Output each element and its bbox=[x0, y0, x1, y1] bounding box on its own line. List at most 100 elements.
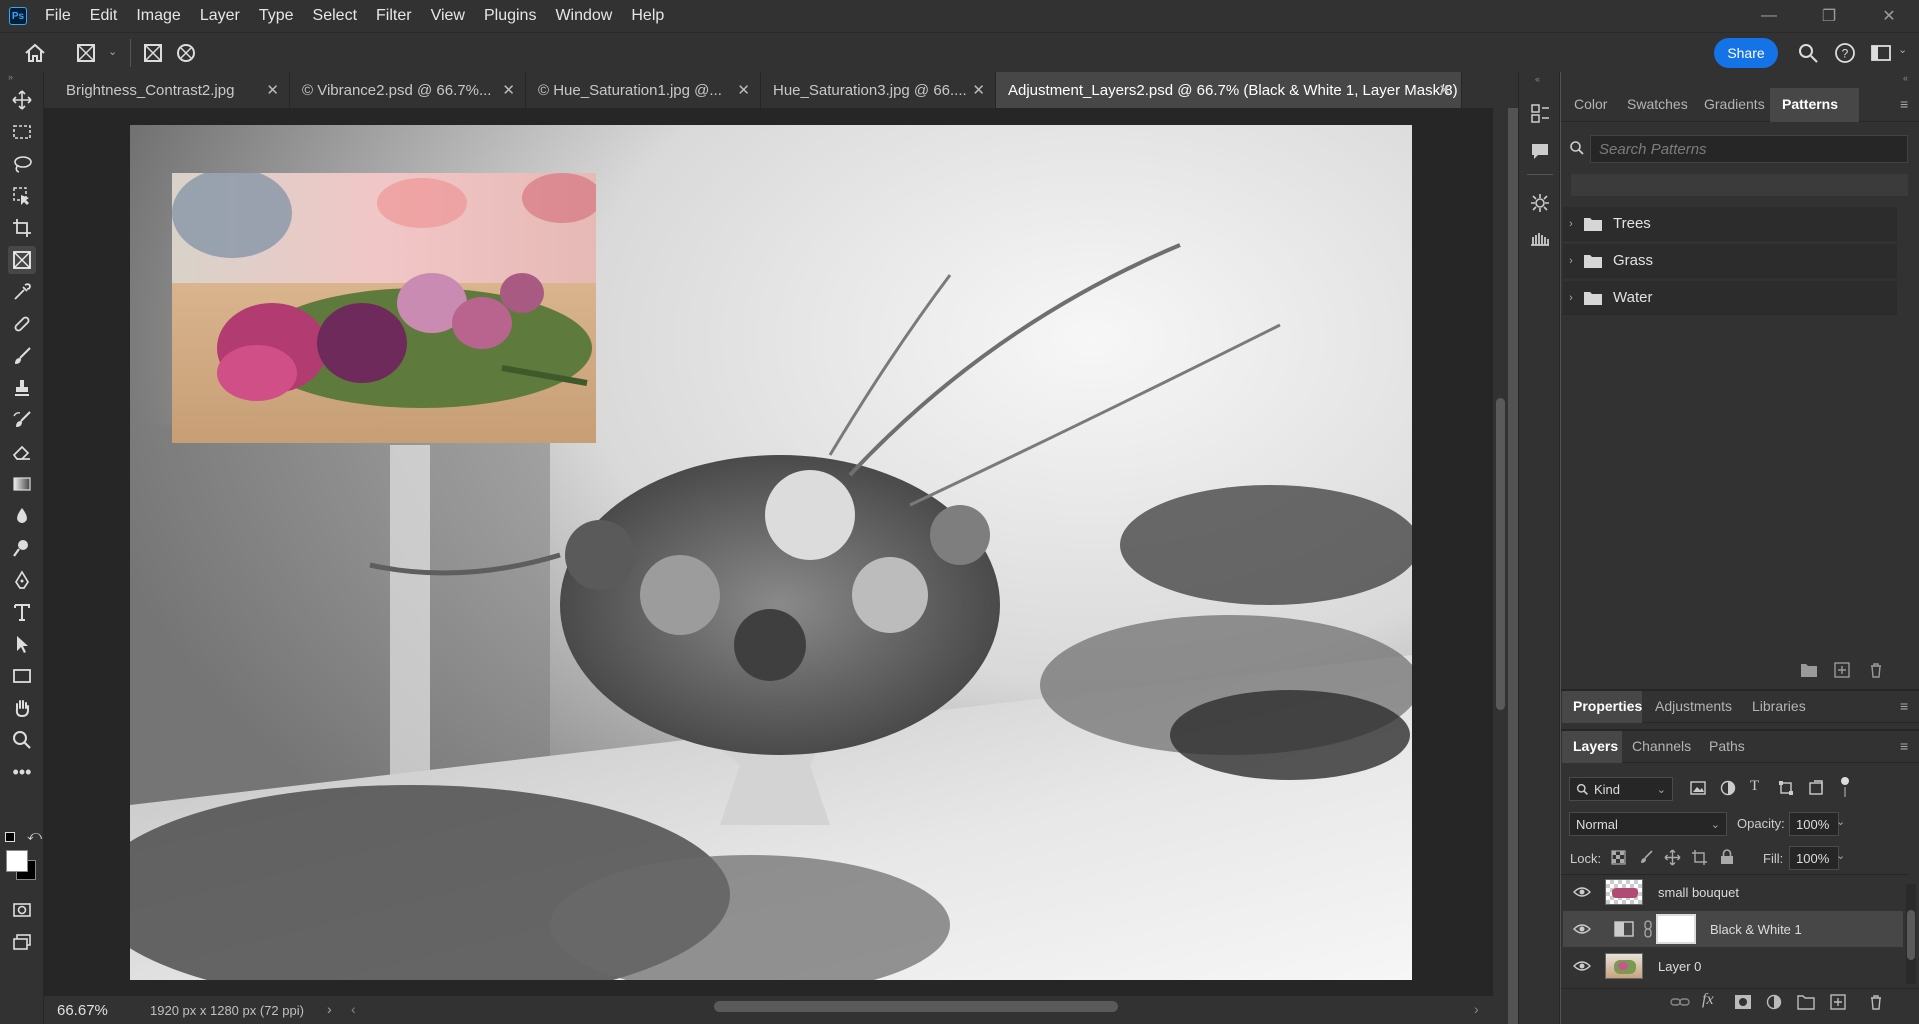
eye-icon[interactable] bbox=[1573, 923, 1591, 935]
close-icon[interactable]: ✕ bbox=[266, 81, 279, 99]
layer-name[interactable]: Layer 0 bbox=[1658, 959, 1701, 974]
delete-icon[interactable] bbox=[1868, 662, 1884, 678]
scroll-right-icon[interactable]: › bbox=[1474, 1001, 1479, 1017]
object-selection-tool-icon[interactable] bbox=[8, 182, 36, 210]
marquee-tool-icon[interactable] bbox=[8, 118, 36, 146]
pen-tool-icon[interactable] bbox=[8, 566, 36, 594]
chevron-down-icon[interactable]: ⌄ bbox=[108, 45, 117, 58]
tab-libraries[interactable]: Libraries bbox=[1752, 698, 1806, 714]
help-icon[interactable]: ? bbox=[1834, 42, 1856, 64]
filter-pixel-icon[interactable] bbox=[1690, 780, 1706, 796]
lock-position-icon[interactable] bbox=[1664, 849, 1681, 866]
menu-layer[interactable]: Layer bbox=[200, 7, 240, 25]
tab-adjustments[interactable]: Adjustments bbox=[1655, 698, 1732, 714]
filter-toggle-icon[interactable] bbox=[1840, 776, 1850, 798]
search-icon[interactable] bbox=[1797, 42, 1819, 64]
menu-filter[interactable]: Filter bbox=[376, 7, 412, 25]
collapse-icon[interactable]: » bbox=[8, 72, 13, 82]
frame-tool-preset-icon[interactable] bbox=[76, 43, 96, 63]
brush-tool-icon[interactable] bbox=[8, 342, 36, 370]
opacity-field[interactable]: 100% bbox=[1789, 812, 1839, 836]
lock-transparent-pixels-icon[interactable] bbox=[1611, 850, 1626, 865]
chevron-right-icon[interactable]: › bbox=[1563, 255, 1579, 267]
elliptical-frame-icon[interactable] bbox=[176, 43, 196, 63]
filter-type-icon[interactable]: T bbox=[1750, 778, 1759, 795]
menu-window[interactable]: Window bbox=[555, 7, 612, 25]
search-input[interactable] bbox=[1591, 136, 1907, 162]
menu-file[interactable]: File bbox=[45, 7, 71, 25]
layers-scroll-thumb[interactable] bbox=[1907, 910, 1915, 960]
close-icon[interactable]: ✕ bbox=[737, 81, 750, 99]
menu-plugins[interactable]: Plugins bbox=[484, 7, 536, 25]
close-icon[interactable]: ✕ bbox=[502, 81, 515, 99]
eyedropper-tool-icon[interactable] bbox=[8, 278, 36, 306]
brush-settings-icon[interactable] bbox=[1529, 192, 1551, 214]
foreground-color-swatch[interactable] bbox=[6, 850, 28, 872]
tab-vibrance2[interactable]: © Vibrance2.psd @ 66.7%... ✕ bbox=[290, 72, 526, 108]
menu-image[interactable]: Image bbox=[136, 7, 180, 25]
new-layer-icon[interactable] bbox=[1830, 994, 1846, 1010]
lock-all-icon[interactable] bbox=[1720, 849, 1734, 865]
new-group-icon[interactable] bbox=[1797, 994, 1815, 1010]
link-layers-icon[interactable] bbox=[1670, 994, 1690, 1010]
lasso-tool-icon[interactable] bbox=[8, 150, 36, 178]
status-menu-arrow[interactable]: › bbox=[327, 1001, 332, 1017]
menu-edit[interactable]: Edit bbox=[90, 7, 118, 25]
tab-patterns[interactable]: Patterns bbox=[1782, 96, 1838, 112]
default-colors-icon[interactable] bbox=[5, 832, 15, 842]
tab-hue-saturation3[interactable]: Hue_Saturation3.jpg @ 66.... ✕ bbox=[761, 72, 996, 108]
rectangle-frame-icon[interactable] bbox=[143, 43, 163, 63]
close-window-icon[interactable]: ✕ bbox=[1866, 0, 1912, 32]
healing-brush-tool-icon[interactable] bbox=[8, 310, 36, 338]
tab-gradients[interactable]: Gradients bbox=[1704, 96, 1765, 112]
chevron-right-icon[interactable]: › bbox=[1563, 218, 1579, 230]
filter-adjustment-icon[interactable] bbox=[1720, 780, 1736, 796]
dodge-tool-icon[interactable] bbox=[8, 534, 36, 562]
more-tools-icon[interactable]: ••• bbox=[8, 758, 36, 786]
eraser-tool-icon[interactable] bbox=[8, 438, 36, 466]
quick-mask-icon[interactable] bbox=[8, 896, 36, 924]
blur-tool-icon[interactable] bbox=[8, 502, 36, 530]
scroll-left-icon[interactable]: ‹ bbox=[351, 1001, 356, 1017]
zoom-level[interactable]: 66.67% bbox=[57, 1002, 108, 1019]
history-brush-tool-icon[interactable] bbox=[8, 406, 36, 434]
brushes-panel-icon[interactable] bbox=[1529, 227, 1551, 249]
layer-row-black-and-white[interactable]: Black & White 1 bbox=[1563, 911, 1903, 947]
tab-hue-saturation1[interactable]: © Hue_Saturation1.jpg @... ✕ bbox=[526, 72, 761, 108]
share-button[interactable]: Share bbox=[1714, 38, 1778, 68]
screen-mode-icon[interactable] bbox=[8, 928, 36, 956]
tab-layers[interactable]: Layers bbox=[1573, 738, 1618, 754]
eye-icon[interactable] bbox=[1573, 886, 1591, 898]
panel-menu-icon[interactable]: ≡ bbox=[1900, 96, 1908, 112]
new-pattern-icon[interactable] bbox=[1834, 662, 1850, 678]
rectangle-tool-icon[interactable] bbox=[8, 662, 36, 690]
chevron-down-icon[interactable]: ⌄ bbox=[1836, 815, 1845, 828]
menu-select[interactable]: Select bbox=[313, 7, 357, 25]
comments-panel-icon[interactable] bbox=[1529, 140, 1551, 162]
new-group-icon[interactable] bbox=[1800, 662, 1818, 678]
hand-tool-icon[interactable] bbox=[8, 694, 36, 722]
tab-properties[interactable]: Properties bbox=[1573, 698, 1642, 714]
menu-type[interactable]: Type bbox=[259, 7, 294, 25]
tab-adjustment-layers2[interactable]: Adjustment_Layers2.psd @ 66.7% (Black & … bbox=[996, 72, 1462, 108]
close-icon[interactable]: ✕ bbox=[972, 81, 985, 99]
vertical-scroll-thumb[interactable] bbox=[1496, 398, 1505, 710]
minimize-icon[interactable]: — bbox=[1746, 0, 1792, 32]
filter-shape-icon[interactable] bbox=[1778, 780, 1794, 796]
pattern-folder-water[interactable]: › Water bbox=[1563, 281, 1897, 315]
gradient-tool-icon[interactable] bbox=[8, 470, 36, 498]
fill-field[interactable]: 100% bbox=[1789, 846, 1839, 870]
path-selection-tool-icon[interactable] bbox=[8, 630, 36, 658]
move-tool-icon[interactable] bbox=[8, 86, 36, 114]
panel-menu-icon[interactable]: ≡ bbox=[1900, 738, 1908, 754]
zoom-tool-icon[interactable] bbox=[8, 726, 36, 754]
tab-paths[interactable]: Paths bbox=[1709, 738, 1745, 754]
panel-menu-icon[interactable]: ≡ bbox=[1900, 698, 1908, 714]
restore-icon[interactable]: ❐ bbox=[1806, 0, 1852, 32]
workspace-icon[interactable] bbox=[1870, 43, 1892, 63]
layer-name[interactable]: small bouquet bbox=[1658, 885, 1739, 900]
search-patterns-field[interactable] bbox=[1590, 135, 1908, 163]
tab-brightness-contrast2[interactable]: Brightness_Contrast2.jpg ✕ bbox=[54, 72, 290, 108]
layer-filter-kind[interactable]: Kind ⌄ bbox=[1569, 777, 1673, 801]
delete-layer-icon[interactable] bbox=[1868, 994, 1884, 1010]
